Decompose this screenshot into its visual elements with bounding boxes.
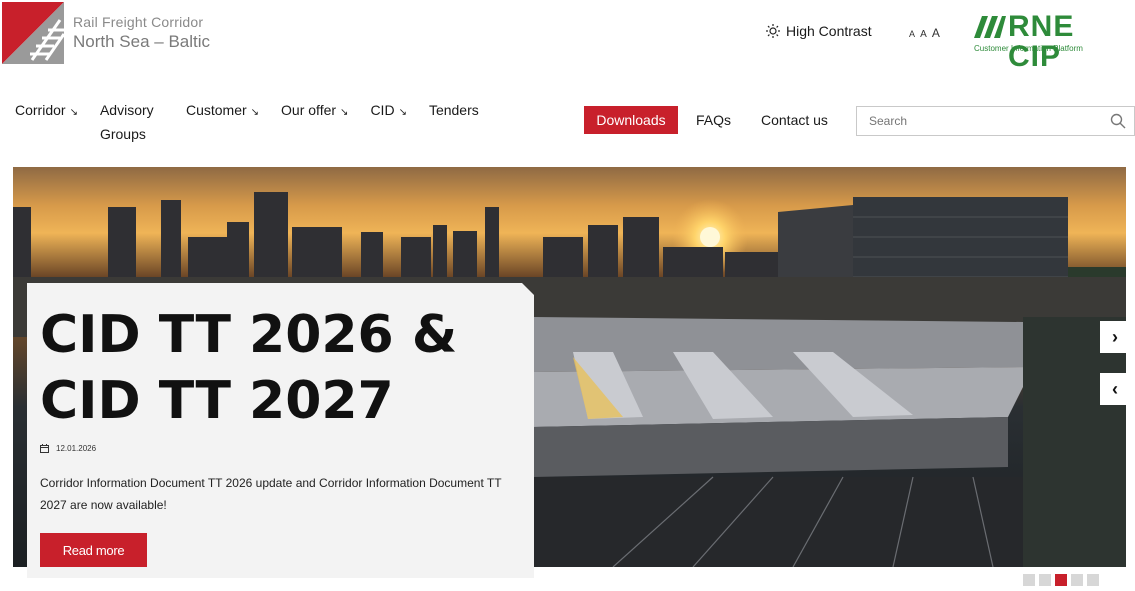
slider-next-button[interactable]: › [1100,321,1130,353]
nav-item-cid[interactable]: CID ↘ [370,98,407,146]
site-header: Rail Freight Corridor North Sea – Baltic… [0,0,1135,160]
search-box [856,106,1135,136]
slider-dot-2[interactable] [1039,574,1051,586]
brand-line-1: Rail Freight Corridor [73,14,204,30]
nav-label: Advisory Groups [99,102,154,142]
nav-item-tenders[interactable]: Tenders [429,98,479,146]
rne-cip-logo[interactable]: RNE CIP Customer Information Platform [970,10,1135,72]
corridor-logo[interactable] [2,2,64,64]
hero-date: 12.01.2026 [40,444,96,453]
font-size-large[interactable]: A [932,26,941,40]
rne-title: RNE CIP [1008,10,1075,73]
arrow-down-right-icon: ↘ [398,107,407,118]
font-size-medium[interactable]: A [920,29,928,40]
brand-line-2: North Sea – Baltic [73,32,211,52]
nav-label: Corridor [15,102,66,118]
slider-prev-button[interactable]: ‹ [1100,373,1130,405]
nav-label: Tenders [428,102,479,118]
calendar-icon [40,444,49,453]
hero-title: CID TT 2026 & CID TT 2027 [40,305,458,431]
rne-subtitle: Customer Information Platform [974,44,1083,53]
rne-mark-icon [974,16,1006,38]
chevron-right-icon: › [1112,326,1118,347]
search-input[interactable] [857,107,1097,135]
sun-icon [766,24,780,38]
arrow-down-right-icon: ↘ [250,107,260,118]
slider-dot-3[interactable] [1055,574,1067,586]
downloads-button[interactable]: Downloads [584,106,678,134]
slider-dot-1[interactable] [1023,574,1035,586]
chevron-left-icon: ‹ [1112,378,1118,399]
main-nav: Corridor ↘ Advisory Groups Customer ↘ Ou… [15,98,501,146]
arrow-down-right-icon: ↘ [69,107,78,118]
nav-item-our-offer[interactable]: Our offer ↘ [281,98,348,146]
slider-pagination [1023,574,1099,586]
nav-label: CID [370,102,395,118]
font-size-small[interactable]: A [909,29,916,39]
nav-label: Our offer [281,102,337,118]
slider-dot-5[interactable] [1087,574,1099,586]
faqs-link[interactable]: FAQs [696,112,731,128]
nav-item-customer[interactable]: Customer ↘ [186,98,259,146]
arrow-down-right-icon: ↘ [340,107,349,118]
nav-label: Customer [185,102,247,118]
hero-date-text: 12.01.2026 [56,444,97,453]
high-contrast-toggle[interactable]: High Contrast [766,23,872,39]
hero-description: Corridor Information Document TT 2026 up… [40,476,502,512]
contact-us-link[interactable]: Contact us [761,112,828,128]
slider-dot-4[interactable] [1071,574,1083,586]
brand-name[interactable]: Rail Freight Corridor North Sea – Baltic [73,14,210,52]
nav-item-corridor[interactable]: Corridor ↘ [15,98,78,146]
high-contrast-label: High Contrast [786,23,872,39]
font-size-switcher: A A A [909,26,941,40]
search-icon[interactable] [1110,113,1126,129]
read-more-button[interactable]: Read more [40,533,147,567]
nav-item-advisory-groups[interactable]: Advisory Groups [100,98,164,146]
